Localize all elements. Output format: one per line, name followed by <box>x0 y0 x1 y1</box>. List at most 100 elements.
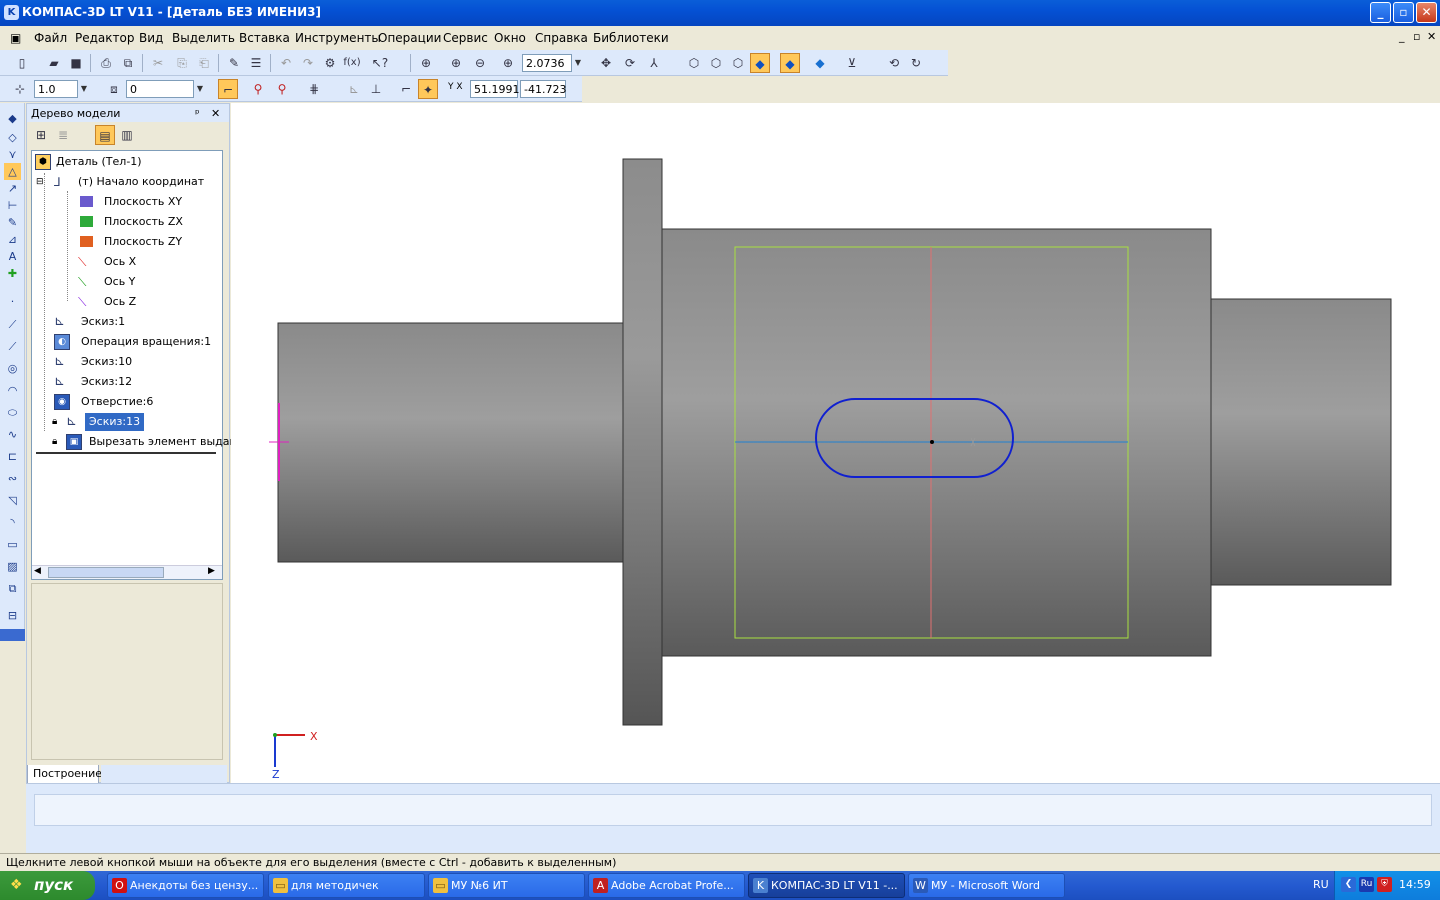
kompas-icon[interactable]: K <box>4 5 19 20</box>
menu-operations[interactable]: Операции <box>378 31 441 45</box>
menu-window[interactable]: Окно <box>494 31 526 45</box>
menu-view[interactable]: Вид <box>139 31 163 45</box>
new-file-icon[interactable]: ▯ <box>12 53 32 73</box>
menu-help[interactable]: Справка <box>535 31 588 45</box>
close-button[interactable]: ✕ <box>1416 2 1437 23</box>
list-icon[interactable]: ☰ <box>246 53 266 73</box>
manager-icon[interactable]: ⚙ <box>320 53 340 73</box>
menu-insert[interactable]: Вставка <box>239 31 290 45</box>
tray-arrow-icon[interactable]: ❮ <box>1341 877 1356 892</box>
start-button[interactable]: ❖ пуск <box>0 871 95 900</box>
text-icon[interactable]: A <box>4 248 21 265</box>
hidden-lines-icon[interactable]: ⬡ <box>706 53 726 73</box>
layer-dropdown-arrow[interactable]: ▼ <box>194 80 206 98</box>
zoom-value-field[interactable]: 2.0736 <box>522 54 572 72</box>
point-icon[interactable]: · <box>4 293 21 310</box>
halftone-icon[interactable]: ◆ <box>750 53 770 73</box>
projection-icon[interactable]: ⊟ <box>4 607 21 624</box>
parametrization-icon[interactable]: ⊿ <box>4 231 21 248</box>
variables-icon[interactable]: f(x) <box>342 53 362 73</box>
properties-icon[interactable]: ✎ <box>224 53 244 73</box>
dimensions-icon[interactable]: ↗ <box>4 180 21 197</box>
tree-order-icon[interactable]: ▤ <box>95 125 115 145</box>
tree-structure-icon[interactable]: ⊞ <box>31 125 51 145</box>
snaps-icon[interactable]: ✦ <box>418 79 438 99</box>
refresh-icon[interactable]: ↻ <box>906 53 926 73</box>
task-word[interactable]: W МУ - Microsoft Word <box>908 873 1065 898</box>
undo-icon[interactable]: ↶ <box>276 53 296 73</box>
paste-icon[interactable]: ⎗ <box>194 53 214 73</box>
mdi-restore-button[interactable]: ▫ <box>1413 30 1420 43</box>
task-opera[interactable]: O Анекдоты без цензу... <box>107 873 264 898</box>
local-cs-icon[interactable]: ⊹ <box>10 79 30 99</box>
circle-icon[interactable]: ◎ <box>4 360 21 377</box>
coord-y-field[interactable]: -41.723 <box>520 80 566 98</box>
orientation-icon[interactable]: ⅄ <box>644 53 664 73</box>
step-dropdown-arrow[interactable]: ▼ <box>78 80 90 98</box>
edit-details-icon[interactable]: ◆ <box>4 110 21 127</box>
pin-icon[interactable]: ᵖ <box>195 107 200 120</box>
scroll-left-arrow[interactable]: ◀ <box>34 566 41 576</box>
spec-icon[interactable]: ✚ <box>4 265 21 282</box>
rebuild-icon[interactable]: ⟲ <box>884 53 904 73</box>
line-icon[interactable]: ⟋ <box>4 316 21 333</box>
keyboard-layout-icon[interactable]: Ru <box>1359 877 1374 892</box>
parametric-icon[interactable]: ⚲ <box>272 79 292 99</box>
orthogonal-icon[interactable]: ⊥ <box>366 79 386 99</box>
scroll-thumb[interactable] <box>48 567 164 578</box>
antivirus-icon[interactable]: ⛨ <box>1377 877 1392 892</box>
mdi-minimize-button[interactable]: _ <box>1399 30 1405 43</box>
tab-construction[interactable]: Построение <box>27 765 102 784</box>
step-field[interactable]: 1.0 <box>34 80 78 98</box>
wireframe-icon[interactable]: ⬡ <box>684 53 704 73</box>
document-icon[interactable]: ▣ <box>10 31 21 45</box>
task-acrobat[interactable]: A Adobe Acrobat Profe... <box>588 873 745 898</box>
task-kompas[interactable]: K КОМПАС-3D LT V11 -... <box>748 873 905 898</box>
nurbs-icon[interactable]: ∾ <box>4 470 21 487</box>
rectangle-icon[interactable]: ▭ <box>4 536 21 553</box>
zoom-out-icon[interactable]: ⊖ <box>470 53 490 73</box>
chamfer-icon[interactable]: ◹ <box>4 492 21 509</box>
task-folder-mu6[interactable]: ▭ МУ №6 ИТ <box>428 873 585 898</box>
redo-icon[interactable]: ↷ <box>298 53 318 73</box>
constraint-icon[interactable]: ⚲ <box>248 79 268 99</box>
tree-display-icon[interactable]: ≣ <box>53 125 73 145</box>
save-icon[interactable]: ■ <box>66 53 86 73</box>
menu-service[interactable]: Сервис <box>443 31 488 45</box>
model-canvas[interactable] <box>231 103 1440 783</box>
perspective-icon[interactable]: ◆ <box>780 53 800 73</box>
pan-icon[interactable]: ✥ <box>596 53 616 73</box>
zoom-dropdown-arrow[interactable]: ▼ <box>572 54 584 72</box>
fillet-icon[interactable]: ◝ <box>4 514 21 531</box>
thin-lines-icon[interactable]: ⬡ <box>728 53 748 73</box>
arc-icon[interactable]: ◠ <box>4 382 21 399</box>
hatch-icon[interactable]: ▨ <box>4 558 21 575</box>
close-panel-button[interactable]: ✕ <box>211 107 220 120</box>
curves-icon[interactable]: ⋎ <box>4 146 21 163</box>
menu-tools[interactable]: Инструменты <box>295 31 381 45</box>
zoom-in-icon[interactable]: ⊕ <box>446 53 466 73</box>
ellipse-icon[interactable]: ⬭ <box>4 404 21 421</box>
language-indicator[interactable]: RU <box>1313 878 1329 891</box>
preview-icon[interactable]: ⎙ <box>96 53 116 73</box>
tree-view-icon[interactable]: ▥ <box>117 125 137 145</box>
geometry-icon[interactable]: △ <box>4 163 21 180</box>
spline-icon[interactable]: ∿ <box>4 426 21 443</box>
layer-field[interactable]: 0 <box>126 80 194 98</box>
ortho-mode-icon[interactable]: ⌐ <box>396 79 416 99</box>
menu-editor[interactable]: Редактор <box>75 31 134 45</box>
polyline-icon[interactable]: ⊏ <box>4 448 21 465</box>
coord-x-field[interactable]: 51.1991 <box>470 80 520 98</box>
grid-icon[interactable]: ⋕ <box>304 79 324 99</box>
filter-icon[interactable]: ⊻ <box>842 53 862 73</box>
segment-icon[interactable]: ⟋ <box>4 338 21 355</box>
edit-icon[interactable]: ✎ <box>4 214 21 231</box>
menu-select[interactable]: Выделить <box>172 31 235 45</box>
minimize-button[interactable]: _ <box>1370 2 1391 23</box>
task-folder-methods[interactable]: ▭ для методичек <box>268 873 425 898</box>
menu-file[interactable]: Файл <box>34 31 67 45</box>
menu-libraries[interactable]: Библиотеки <box>593 31 669 45</box>
model-viewport[interactable]: X Z <box>231 103 1440 783</box>
zoom-window-icon[interactable]: ⊕ <box>416 53 436 73</box>
section-icon[interactable]: ◆ <box>810 53 830 73</box>
